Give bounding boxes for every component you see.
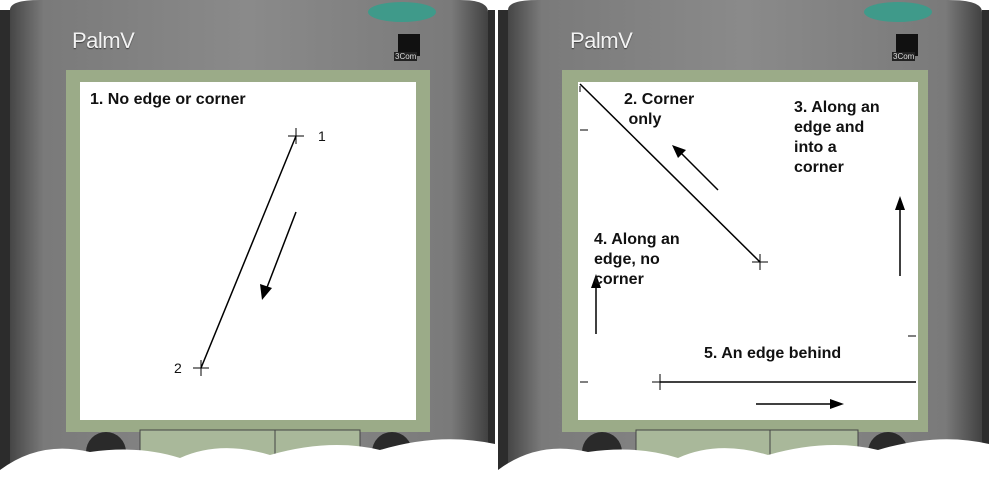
point-label-2: 2: [174, 360, 182, 376]
brand-logo: PalmV: [570, 28, 633, 53]
palm-device-right: PalmV 3Com 2. Corner only 3. Along an ed…: [498, 0, 989, 482]
com-logo-text: 3Com: [892, 52, 916, 61]
palm-device-left: PalmV 3Com 1. No edge or corner 1 2: [0, 0, 495, 482]
palm-device-left-body: [0, 0, 495, 482]
com-logo-text: 3Com: [394, 52, 418, 61]
label-corner: 2. Corner only: [624, 91, 695, 128]
brand-logo: PalmV: [72, 28, 135, 53]
label-along-corner: 3. Along an edge and into a corner: [794, 99, 880, 176]
screen[interactable]: [80, 82, 416, 420]
power-button[interactable]: [864, 2, 932, 22]
label-behind: 5. An edge behind: [704, 345, 842, 362]
power-button[interactable]: [368, 2, 436, 22]
label-along-no-corner: 4. Along an edge, no corner: [594, 231, 680, 288]
point-label-1: 1: [318, 128, 326, 144]
palm-device-right-body: [498, 0, 989, 482]
screen-label: 1. No edge or corner: [90, 91, 246, 108]
